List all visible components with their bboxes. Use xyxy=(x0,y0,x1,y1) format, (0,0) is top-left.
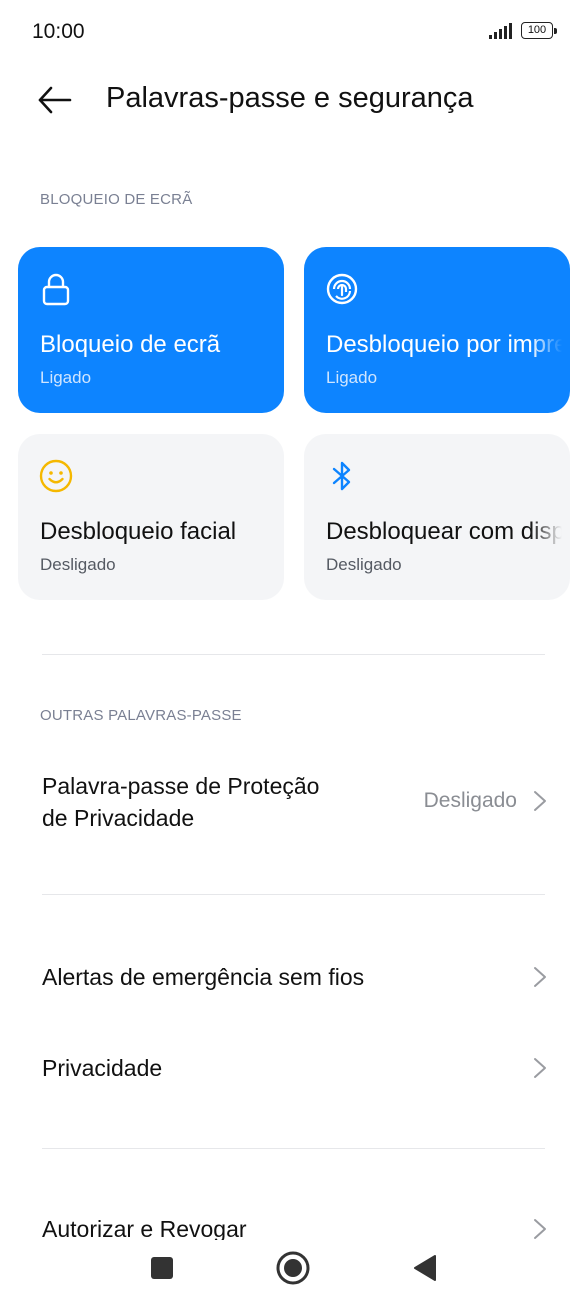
row-title: Alertas de emergência sem fios xyxy=(42,964,365,990)
row-title: Palavra-passe de Proteção de Privacidade xyxy=(42,770,319,834)
battery-level: 100 xyxy=(527,24,547,36)
chevron-right-icon xyxy=(534,1058,546,1078)
tile-status: Ligado xyxy=(326,368,378,387)
tile-title: Bloqueio de ecrã xyxy=(40,331,221,358)
battery-icon: 100 xyxy=(521,22,557,39)
back-triangle-icon xyxy=(414,1255,436,1281)
tile-fingerprint-unlock[interactable]: Desbloqueio por impressão digital Ligado xyxy=(304,247,570,413)
divider xyxy=(42,1148,545,1149)
tile-text-fade xyxy=(530,317,570,367)
fingerprint-icon xyxy=(326,273,358,305)
home-button[interactable] xyxy=(273,1248,313,1288)
recents-button[interactable] xyxy=(142,1248,182,1288)
chevron-right-icon xyxy=(534,1219,546,1239)
tile-text-fade xyxy=(530,504,570,554)
lock-icon xyxy=(42,273,70,306)
nav-back-button[interactable] xyxy=(405,1248,445,1288)
section-label-screen-lock: BLOQUEIO DE ECRÃ xyxy=(40,191,193,208)
recents-square-icon xyxy=(151,1257,173,1279)
tile-status: Desligado xyxy=(40,555,116,574)
tile-bluetooth-unlock[interactable]: Desbloquear com dispositivo Bluetooth De… xyxy=(304,434,570,600)
back-button[interactable] xyxy=(34,78,82,122)
tile-status: Desligado xyxy=(326,555,402,574)
back-arrow-icon xyxy=(38,86,72,114)
row-title-line2: de Privacidade xyxy=(42,805,195,831)
face-icon xyxy=(39,459,73,493)
tile-screen-lock[interactable]: Bloqueio de ecrã Ligado xyxy=(18,247,284,413)
list-row-privacy-protection-password[interactable]: Palavra-passe de Proteção de Privacidade… xyxy=(0,760,587,840)
list-row-privacy[interactable]: Privacidade xyxy=(0,1035,587,1101)
status-bar: 10:00 100 xyxy=(0,0,587,66)
page-title: Palavras-passe e segurança xyxy=(106,82,474,114)
chevron-right-icon xyxy=(534,791,546,811)
tile-face-unlock[interactable]: Desbloqueio facial Desligado xyxy=(18,434,284,600)
row-title: Privacidade xyxy=(42,1055,163,1081)
tile-title: Desbloqueio facial xyxy=(40,518,237,545)
signal-icon xyxy=(489,22,512,39)
divider xyxy=(42,654,545,655)
bluetooth-icon xyxy=(332,461,351,491)
divider xyxy=(42,894,545,895)
section-label-other-passwords: OUTRAS PALAVRAS-PASSE xyxy=(40,707,242,724)
status-icons: 100 xyxy=(487,22,557,39)
chevron-right-icon xyxy=(534,967,546,987)
navigation-bar xyxy=(0,1240,587,1306)
status-time: 10:00 xyxy=(32,20,85,43)
header: Palavras-passe e segurança xyxy=(0,70,587,130)
tile-status: Ligado xyxy=(40,368,92,387)
row-title-line1: Palavra-passe de Proteção xyxy=(42,773,320,799)
home-circle-icon xyxy=(276,1251,310,1285)
row-value: Desligado xyxy=(423,789,517,812)
list-row-wireless-emergency-alerts[interactable]: Alertas de emergência sem fios xyxy=(0,944,587,1010)
